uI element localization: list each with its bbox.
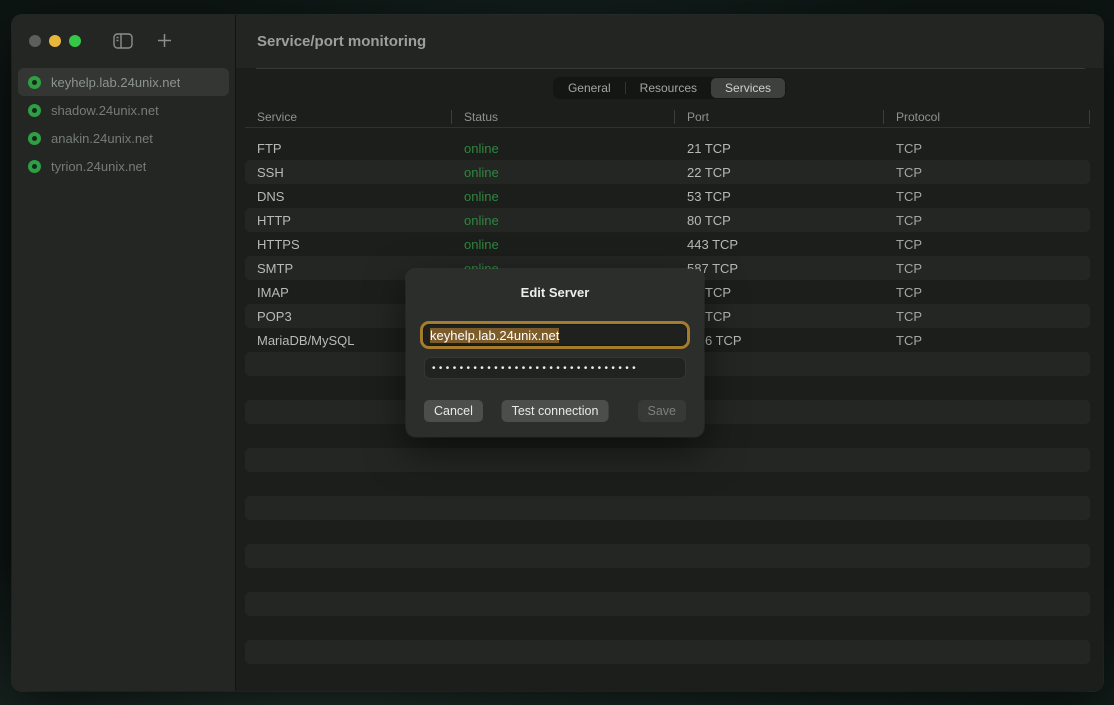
empty-row — [245, 640, 1090, 664]
empty-row — [245, 448, 1090, 472]
server-status-icon — [28, 76, 41, 89]
zoom-button[interactable] — [69, 35, 81, 47]
cell-status: online — [452, 189, 675, 204]
sidebar-item-server[interactable]: keyhelp.lab.24unix.net — [18, 68, 229, 96]
cell-protocol: TCP — [884, 165, 1090, 180]
cell-service: SSH — [245, 165, 452, 180]
cell-status: online — [452, 213, 675, 228]
tab-services[interactable]: Services — [711, 78, 785, 98]
minimize-button[interactable] — [49, 35, 61, 47]
cell-protocol: TCP — [884, 189, 1090, 204]
sidebar-item-server[interactable]: tyrion.24unix.net — [18, 152, 229, 180]
cell-port: 587 TCP — [675, 261, 884, 276]
column-header-port: Port — [675, 106, 884, 127]
table-row[interactable]: SSHonline22 TCPTCP — [245, 160, 1090, 184]
cell-port: 53 TCP — [675, 189, 884, 204]
cell-service: DNS — [245, 189, 452, 204]
table-row[interactable]: DNSonline53 TCPTCP — [245, 184, 1090, 208]
column-header-service: Service — [245, 106, 452, 127]
column-header-status: Status — [452, 106, 675, 127]
table-row[interactable]: FTPonline21 TCPTCP — [245, 136, 1090, 160]
cell-status: online — [452, 237, 675, 252]
server-status-icon — [28, 132, 41, 145]
test-connection-button[interactable]: Test connection — [502, 400, 609, 422]
server-status-icon — [28, 104, 41, 117]
cancel-button[interactable]: Cancel — [424, 400, 483, 422]
cell-service: HTTPS — [245, 237, 452, 252]
cell-protocol: TCP — [884, 309, 1090, 324]
titlebar: Service/port monitoring — [236, 15, 1103, 68]
server-name: keyhelp.lab.24unix.net — [51, 75, 180, 90]
password-dots: •••••••••••••••••••••••••••••• — [432, 363, 639, 374]
cell-status: online — [452, 141, 675, 156]
sidebar-topbar — [12, 15, 235, 66]
empty-row — [245, 568, 1090, 592]
dialog-title: Edit Server — [406, 285, 704, 300]
tab-resources[interactable]: Resources — [626, 78, 711, 98]
close-button[interactable] — [29, 35, 41, 47]
tab-general[interactable]: General — [554, 78, 625, 98]
cell-port: TCP — [675, 309, 884, 324]
sidebar-item-server[interactable]: shadow.24unix.net — [18, 96, 229, 124]
empty-row — [245, 520, 1090, 544]
cell-protocol: TCP — [884, 237, 1090, 252]
page-title: Service/port monitoring — [257, 33, 426, 50]
cell-port: 443 TCP — [675, 237, 884, 252]
cell-port: TCP — [675, 285, 884, 300]
host-input-focus-ring: keyhelp.lab.24unix.net — [420, 321, 690, 349]
cell-service: HTTP — [245, 213, 452, 228]
tabs-row: GeneralResourcesServices — [236, 69, 1103, 106]
server-name: shadow.24unix.net — [51, 103, 159, 118]
sidebar-item-server[interactable]: anakin.24unix.net — [18, 124, 229, 152]
tab-segmented-control: GeneralResourcesServices — [553, 77, 786, 99]
edit-server-dialog: Edit Server keyhelp.lab.24unix.net •••••… — [406, 269, 704, 437]
server-name: anakin.24unix.net — [51, 131, 153, 146]
toggle-sidebar-icon[interactable] — [113, 33, 133, 49]
cell-protocol: TCP — [884, 261, 1090, 276]
sidebar: keyhelp.lab.24unix.net shadow.24unix.net a… — [12, 15, 236, 691]
cell-status: online — [452, 165, 675, 180]
empty-row — [245, 472, 1090, 496]
password-input[interactable]: •••••••••••••••••••••••••••••• — [424, 357, 686, 379]
cell-service: FTP — [245, 141, 452, 156]
cell-protocol: TCP — [884, 141, 1090, 156]
server-status-icon — [28, 160, 41, 173]
empty-row — [245, 496, 1090, 520]
add-server-icon[interactable] — [157, 33, 172, 48]
empty-row — [245, 544, 1090, 568]
dialog-buttons: Cancel Test connection Save — [424, 400, 686, 422]
table-row[interactable]: HTTPonline80 TCPTCP — [245, 208, 1090, 232]
cell-port: 22 TCP — [675, 165, 884, 180]
cell-port: 6 TCP — [675, 333, 884, 348]
save-button: Save — [638, 400, 687, 422]
cell-protocol: TCP — [884, 285, 1090, 300]
empty-row — [245, 592, 1090, 616]
empty-row — [245, 616, 1090, 640]
host-input-selected-text: keyhelp.lab.24unix.net — [430, 328, 559, 343]
cell-protocol: TCP — [884, 213, 1090, 228]
table-header: ServiceStatusPortProtocol — [245, 106, 1090, 128]
server-list: keyhelp.lab.24unix.net shadow.24unix.net a… — [12, 68, 235, 180]
host-input[interactable]: keyhelp.lab.24unix.net — [424, 325, 686, 345]
cell-protocol: TCP — [884, 333, 1090, 348]
table-row[interactable]: HTTPSonline443 TCPTCP — [245, 232, 1090, 256]
column-header-protocol: Protocol — [884, 106, 1090, 127]
cell-port: 80 TCP — [675, 213, 884, 228]
cell-port: 21 TCP — [675, 141, 884, 156]
server-name: tyrion.24unix.net — [51, 159, 146, 174]
